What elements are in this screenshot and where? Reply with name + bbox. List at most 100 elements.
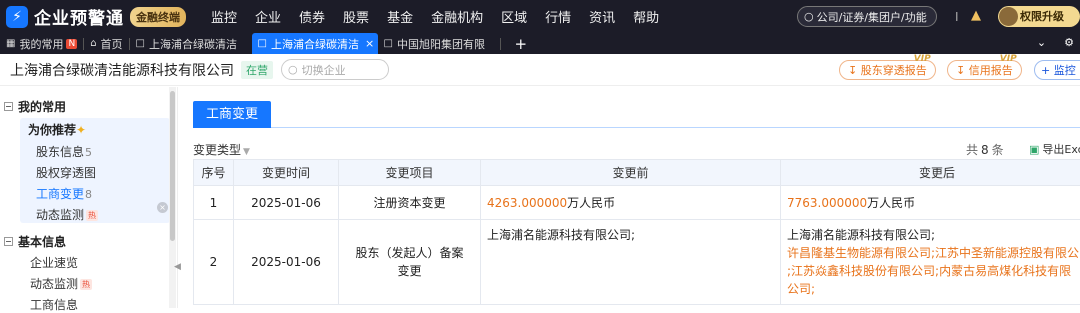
sidebar-item-business-info[interactable]: 工商信息 [30, 296, 78, 313]
download-icon: ↧ [956, 64, 969, 77]
page-icon: □ [136, 38, 145, 49]
collapse-sidebar-icon[interactable]: ◀ [174, 262, 181, 272]
after-value: 7763.000000 [787, 196, 867, 210]
sidebar-item-label: 工商变更 [36, 187, 84, 201]
column-header: 变更项目 [339, 160, 481, 186]
hot-badge: 热 [86, 210, 98, 221]
count: 5 [85, 146, 92, 159]
table-header: 序号 变更时间 变更项目 变更前 变更后 [194, 160, 1080, 186]
vip-badge: VIP [914, 54, 931, 64]
sidebar-item-label: 企业速览 [30, 256, 78, 270]
export-button[interactable]: ▣导出Exc [1029, 141, 1080, 157]
app-name: 企业预警通 [34, 4, 124, 29]
close-icon[interactable]: × [157, 202, 168, 213]
switch-company-input[interactable]: ○ 切换企业 [281, 59, 389, 80]
cell-date: 2025-01-06 [234, 186, 339, 220]
nav-item-help[interactable]: 帮助 [633, 7, 659, 26]
grid-icon: ▦ [6, 38, 15, 49]
nav-item-region[interactable]: 区域 [501, 7, 527, 26]
after-unit: 万人民币 [867, 196, 915, 210]
table-row: 1 2025-01-06 注册资本变更 4263.000000万人民币 7763… [194, 186, 1080, 220]
chevron-down-icon[interactable]: ⌄ [1037, 36, 1046, 49]
cell-index: 2 [194, 220, 234, 305]
sidebar-item-shareholders[interactable]: 股东信息5 [36, 143, 92, 160]
export-label: 导出Exc [1042, 143, 1080, 156]
bell-icon[interactable]: ▲ [971, 8, 981, 23]
before-value: 4263.000000 [487, 196, 567, 210]
page-icon: □ [258, 38, 267, 49]
collapse-icon[interactable] [4, 102, 13, 111]
credit-report-button[interactable]: ↧ 信用报告 VIP [947, 60, 1022, 80]
after-line[interactable]: 许昌隆基生物能源有限公司;江苏中圣新能源控股有限公 [787, 244, 1080, 262]
table-row: 2 2025-01-06 股东（发起人）备案变更 上海浦名能源科技有限公司; 上… [194, 220, 1080, 305]
main-nav: 监控 企业 债券 股票 基金 金融机构 区域 行情 资讯 帮助 [202, 7, 668, 26]
nav-item-bond[interactable]: 债券 [299, 7, 325, 26]
count-suffix: 条 [992, 143, 1004, 157]
cell-before: 4263.000000万人民币 [481, 186, 781, 220]
count: 8 [85, 188, 92, 201]
nav-item-stock[interactable]: 股票 [343, 7, 369, 26]
nav-item-market[interactable]: 行情 [545, 7, 571, 26]
sidebar-group-basic-info[interactable]: 基本信息 [0, 230, 66, 252]
group-label: 基本信息 [18, 233, 66, 250]
sidebar: 我的常用 为你推荐✦ 股东信息5 股权穿透图 工商变更8 动态监测热 × 基本信… [0, 87, 178, 308]
sidebar-item-overview[interactable]: 企业速览 [30, 254, 78, 271]
nav-item-news[interactable]: 资讯 [589, 7, 615, 26]
after-line[interactable]: ;江苏焱鑫科技股份有限公司;内蒙古易高煤化科技有限 [787, 262, 1080, 280]
switch-placeholder: 切换企业 [302, 62, 346, 78]
scroll-thumb[interactable] [170, 91, 175, 241]
upgrade-button[interactable]: 权限升级 ▸ [998, 6, 1080, 27]
status-badge: 在营 [241, 61, 273, 79]
avatar [999, 7, 1018, 26]
collapse-icon[interactable] [4, 237, 13, 246]
sidebar-scrollbar[interactable] [169, 87, 176, 308]
nav-item-monitor[interactable]: 监控 [211, 7, 237, 26]
nav-item-financial-institution[interactable]: 金融机构 [431, 7, 483, 26]
tab-home[interactable]: ⌂ 首页 [84, 33, 128, 54]
sidebar-item-business-change[interactable]: 工商变更8 [36, 185, 92, 202]
column-header: 变更后 [781, 160, 1080, 186]
button-label: 监控 [1054, 62, 1076, 78]
tab-company-3[interactable]: □ 中国旭阳集团有限 [378, 33, 500, 54]
before-unit: 万人民币 [567, 196, 615, 210]
column-header: 变更前 [481, 160, 781, 186]
tab-company-1[interactable]: □ 上海浦合绿碳清洁 [130, 33, 252, 54]
tab-my-favorites[interactable]: ▦ 我的常用 N [0, 33, 83, 54]
close-icon[interactable]: × [365, 37, 374, 50]
settings-icon[interactable]: ⚙ [1064, 36, 1074, 49]
change-type-filter[interactable]: 变更类型▼ [193, 141, 250, 158]
terminal-badge: 金融终端 [130, 7, 186, 27]
sidebar-item-equity-chart[interactable]: 股权穿透图 [36, 164, 96, 181]
tab-company-2-active[interactable]: □ 上海浦合绿碳清洁 × [252, 33, 378, 54]
global-search-input[interactable]: ○ 公司/证券/集团户/功能 [797, 6, 937, 27]
tab-label: 首页 [101, 36, 123, 52]
nav-item-company[interactable]: 企业 [255, 7, 281, 26]
tab-divider [500, 38, 501, 50]
sidebar-item-label: 动态监测 [30, 277, 78, 291]
vip-badge: VIP [1000, 54, 1017, 64]
hot-badge: 热 [80, 279, 92, 290]
new-badge: N [66, 39, 77, 49]
home-icon: ⌂ [90, 38, 96, 49]
tab-underline [193, 127, 1080, 128]
search-icon: ○ [804, 10, 814, 23]
column-header: 序号 [194, 160, 234, 186]
nav-item-fund[interactable]: 基金 [387, 7, 413, 26]
sidebar-item-label: 工商信息 [30, 298, 78, 312]
shareholder-penetration-report-button[interactable]: ↧ 股东穿透报告 VIP [839, 60, 936, 80]
sidebar-group-my-favorites[interactable]: 我的常用 [0, 95, 177, 117]
change-table: 序号 变更时间 变更项目 变更前 变更后 1 2025-01-06 注册资本变更… [193, 159, 1080, 305]
tab-bar-controls: ⌄ ⚙ [1037, 36, 1074, 49]
sidebar-item-label: 股东信息 [36, 145, 84, 159]
new-tab-button[interactable]: + [515, 35, 528, 53]
sidebar-item-dynamic-monitor-2[interactable]: 动态监测热 [30, 275, 92, 292]
tab-label: 我的常用 [19, 36, 63, 52]
tab-label: 上海浦合绿碳清洁 [271, 36, 359, 52]
top-nav-bar: ⚡ 企业预警通 金融终端 监控 企业 债券 股票 基金 金融机构 区域 行情 资… [0, 0, 1080, 33]
tab-business-change[interactable]: 工商变更 [193, 101, 271, 128]
after-line[interactable]: 公司; [787, 280, 1080, 298]
monitor-button[interactable]: + 监控 [1034, 60, 1080, 80]
sidebar-item-dynamic-monitor[interactable]: 动态监测热 [36, 206, 98, 223]
cell-before: 上海浦名能源科技有限公司; [481, 220, 781, 305]
cell-index: 1 [194, 186, 234, 220]
